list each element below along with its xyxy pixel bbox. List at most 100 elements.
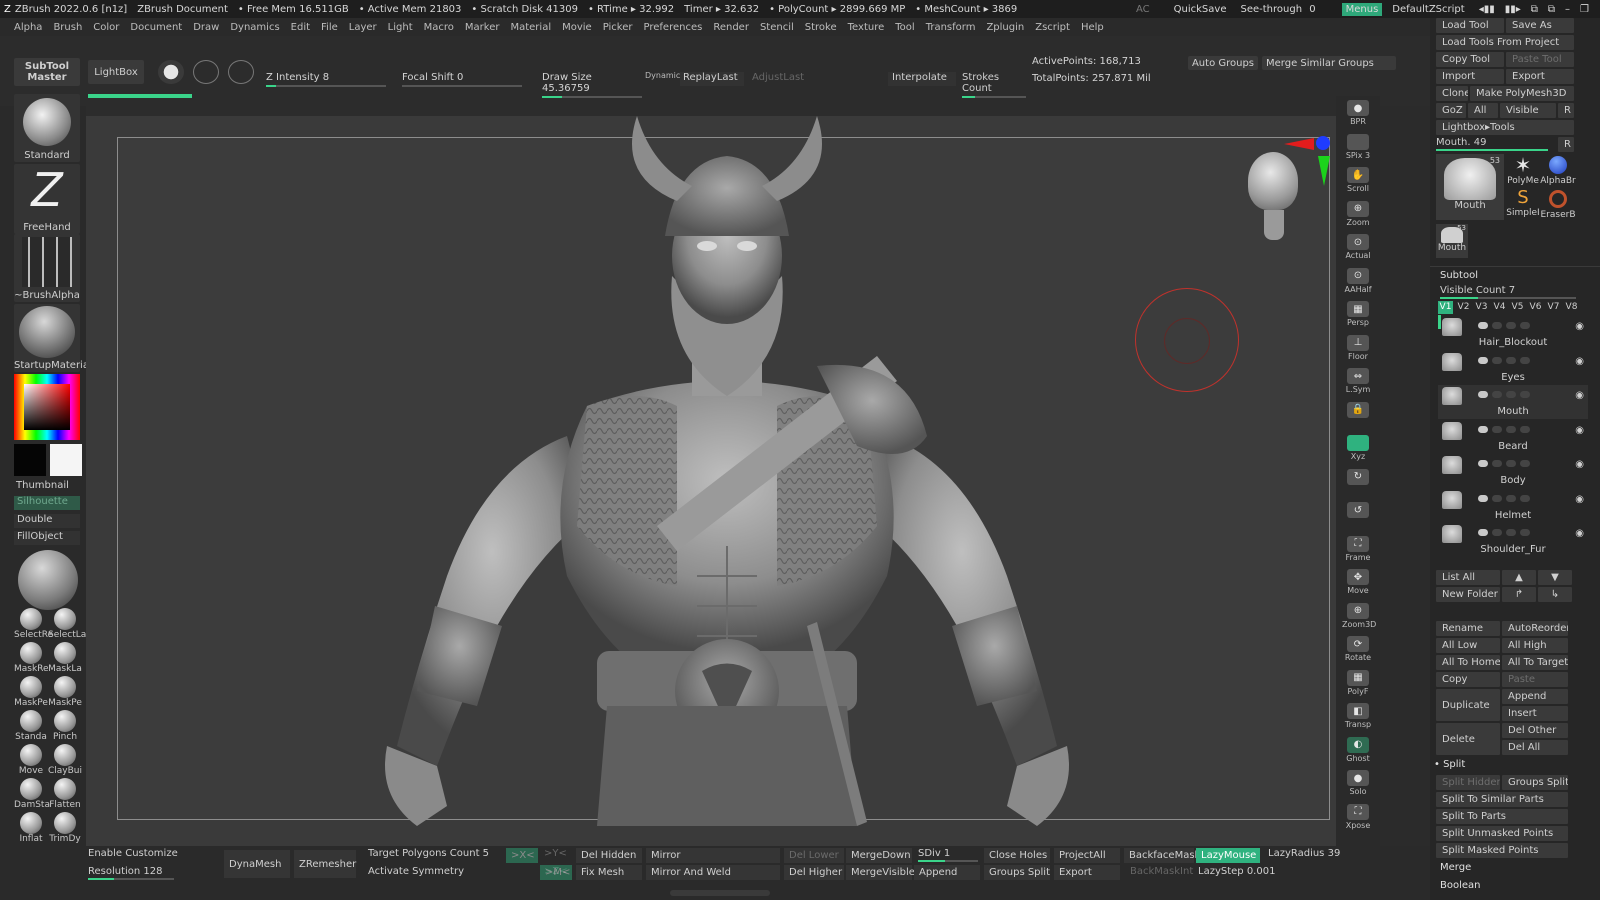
- menu-render[interactable]: Render: [713, 22, 749, 33]
- subtool-toggle-icon[interactable]: [1506, 460, 1516, 467]
- y-symmetry-toggle[interactable]: >Y<: [544, 848, 567, 859]
- polyf-button[interactable]: ▦ PolyF: [1342, 669, 1374, 700]
- merge-section-header[interactable]: Merge: [1440, 862, 1471, 873]
- fix-mesh-button[interactable]: Fix Mesh: [576, 865, 642, 880]
- aahalf-button[interactable]: ⊙ AAHalf: [1342, 267, 1374, 298]
- import-button[interactable]: Import: [1436, 69, 1504, 84]
- goz-r-button[interactable]: R: [1558, 103, 1574, 118]
- eye-icon[interactable]: ◉: [1575, 321, 1584, 332]
- split-to-parts-button[interactable]: Split To Parts: [1436, 809, 1568, 824]
- version-v3-toggle[interactable]: V3: [1474, 301, 1489, 314]
- del-hidden-button[interactable]: Del Hidden: [576, 848, 642, 863]
- window-snap-icon[interactable]: ⧉: [1531, 4, 1538, 15]
- bpr-button[interactable]: ● BPR: [1342, 100, 1374, 130]
- append-subtool-button[interactable]: Append: [914, 865, 980, 880]
- menu-picker[interactable]: Picker: [603, 22, 633, 33]
- window-tile-icon[interactable]: ⧉: [1548, 4, 1555, 15]
- menu-material[interactable]: Material: [510, 22, 551, 33]
- dynamic-toggle[interactable]: Dynamic: [645, 71, 680, 80]
- lightbox-tools-button[interactable]: Lightbox▸Tools: [1436, 120, 1574, 135]
- subtool-toggle-icon[interactable]: [1520, 529, 1530, 536]
- polypaint-toggle-icon[interactable]: [1478, 529, 1488, 536]
- subtool-row-shoulder_fur[interactable]: ◉ Shoulder_Fur: [1438, 523, 1588, 557]
- xyz-button[interactable]: Xyz: [1342, 435, 1374, 465]
- resolution-slider[interactable]: Resolution 128: [88, 866, 174, 880]
- menu-color[interactable]: Color: [93, 22, 119, 33]
- gizmo-x-axis[interactable]: [1284, 138, 1314, 150]
- target-polygons-slider[interactable]: Target Polygons Count 5: [368, 848, 489, 859]
- groups-split-button[interactable]: Groups Split: [984, 865, 1050, 880]
- subtool-row-helmet[interactable]: ◉ Helmet: [1438, 489, 1588, 523]
- brush-inflat-button[interactable]: Inflat: [14, 812, 48, 844]
- backface-mask-button[interactable]: BackfaceMask: [1124, 848, 1200, 863]
- menu-macro[interactable]: Macro: [424, 22, 454, 33]
- brush-trimdynamic-button[interactable]: TrimDy: [48, 812, 82, 844]
- subtool-row-beard[interactable]: ◉ Beard: [1438, 420, 1588, 454]
- paste-subtool-button[interactable]: Paste: [1502, 672, 1568, 687]
- all-low-button[interactable]: All Low: [1436, 638, 1500, 653]
- secondary-color-swatch[interactable]: [50, 444, 82, 476]
- double-button[interactable]: Double: [14, 514, 80, 528]
- subtool-toggle-icon[interactable]: [1492, 494, 1502, 502]
- brush-mask-pen-2-button[interactable]: MaskPe: [48, 676, 82, 708]
- lsym-button[interactable]: ⇔ L.Sym: [1342, 368, 1374, 398]
- lightbox-button[interactable]: LightBox: [88, 60, 144, 84]
- brush-mask-lasso-button[interactable]: MaskLa: [48, 642, 82, 674]
- enable-customize-button[interactable]: Enable Customize: [88, 848, 178, 859]
- split-hidden-button[interactable]: Split Hidden: [1436, 775, 1500, 790]
- duplicate-button[interactable]: Duplicate: [1436, 689, 1500, 721]
- menu-draw[interactable]: Draw: [193, 22, 219, 33]
- folder-out-arrow-icon[interactable]: ↳: [1538, 587, 1572, 602]
- goz-visible-button[interactable]: Visible: [1500, 103, 1556, 118]
- subtool-row-mouth[interactable]: ◉ Mouth: [1438, 385, 1588, 419]
- folder-in-arrow-icon[interactable]: ↱: [1502, 587, 1536, 602]
- menu-movie[interactable]: Movie: [562, 22, 592, 33]
- scroll-button[interactable]: ✋ Scroll: [1342, 167, 1374, 197]
- x-symmetry-toggle[interactable]: >X<: [506, 848, 538, 863]
- gizmo-z-axis[interactable]: [1316, 136, 1330, 150]
- brush-pinch-button[interactable]: Pinch: [48, 710, 82, 742]
- quicksave-button[interactable]: QuickSave: [1174, 4, 1227, 15]
- subtool-toggle-icon[interactable]: [1520, 425, 1530, 433]
- export-subtool-button[interactable]: Export: [1054, 865, 1120, 880]
- menu-document[interactable]: Document: [130, 22, 182, 33]
- del-lower-button[interactable]: Del Lower: [784, 848, 844, 863]
- mirror-and-weld-button[interactable]: Mirror And Weld: [646, 865, 780, 880]
- current-tool-slider[interactable]: Mouth. 49: [1436, 137, 1574, 151]
- subtool-toggle-icon[interactable]: [1492, 529, 1502, 536]
- menu-stroke[interactable]: Stroke: [805, 22, 837, 33]
- brush-move-button[interactable]: Move: [14, 744, 48, 776]
- menu-brush[interactable]: Brush: [53, 22, 82, 33]
- brush-claybuildup-button[interactable]: ClayBui: [48, 744, 82, 776]
- tool-thumb-eraserbrush[interactable]: EraserB: [1540, 188, 1576, 220]
- persp-button[interactable]: ▦ Persp: [1342, 301, 1374, 331]
- focal-shift-slider[interactable]: Focal Shift 0: [402, 72, 522, 87]
- move-button[interactable]: ✥ Move: [1342, 569, 1374, 599]
- rename-button[interactable]: Rename: [1436, 621, 1500, 636]
- split-to-similar-parts-button[interactable]: Split To Similar Parts: [1436, 792, 1568, 807]
- merge-down-button[interactable]: MergeDown: [846, 848, 912, 863]
- color-picker[interactable]: [14, 374, 80, 440]
- subtool-row-hair_blockout[interactable]: ◉ Hair_Blockout: [1438, 316, 1588, 350]
- paste-tool-button[interactable]: Paste Tool: [1506, 52, 1574, 67]
- activate-symmetry-button[interactable]: Activate Symmetry: [368, 866, 464, 877]
- subtool-toggle-icon[interactable]: [1492, 322, 1502, 329]
- brush-select-rect-button[interactable]: SelectRe: [14, 608, 53, 640]
- menus-button[interactable]: Menus: [1341, 2, 1383, 16]
- list-all-button[interactable]: List All: [1436, 570, 1500, 585]
- symmetry-s-icon[interactable]: [193, 60, 219, 84]
- brush-alpha-button[interactable]: ~BrushAlpha: [14, 234, 80, 302]
- default-zscript-button[interactable]: DefaultZScript: [1392, 4, 1464, 15]
- save-as-button[interactable]: Save As: [1506, 18, 1574, 33]
- menu-alpha[interactable]: Alpha: [14, 22, 42, 33]
- auto-reorder-button[interactable]: AutoReorder: [1502, 621, 1568, 636]
- frame-button[interactable]: ⛶ Frame: [1342, 535, 1374, 566]
- version-v4-toggle[interactable]: V4: [1492, 301, 1507, 314]
- subtool-toggle-icon[interactable]: [1506, 356, 1516, 364]
- spix-button[interactable]: SPix 3: [1342, 133, 1374, 164]
- polypaint-toggle-icon[interactable]: [1478, 356, 1488, 364]
- xpose-button[interactable]: ⛶ Xpose: [1342, 803, 1374, 834]
- tool-thumb-mouth-small[interactable]: Mouth 53: [1436, 224, 1468, 258]
- zoom3d-button[interactable]: ⊕ Zoom3D: [1342, 602, 1376, 633]
- version-v2-toggle[interactable]: V2: [1456, 301, 1471, 314]
